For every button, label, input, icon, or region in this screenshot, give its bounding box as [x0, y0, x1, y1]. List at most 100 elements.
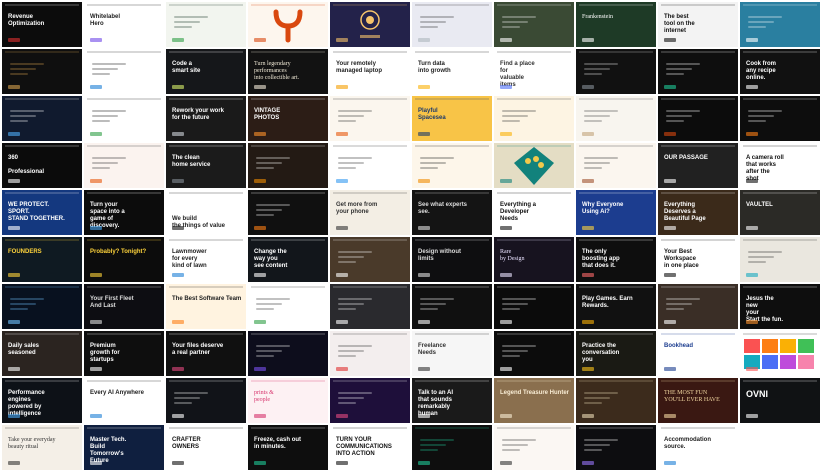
website-thumbnail[interactable]: Frankenstein [576, 2, 656, 47]
website-thumbnail[interactable] [248, 331, 328, 376]
website-thumbnail[interactable]: Premium growth for startups [84, 331, 164, 376]
website-thumbnail[interactable]: Your First Fleet And Last [84, 284, 164, 329]
website-thumbnail[interactable] [576, 378, 656, 423]
website-thumbnail[interactable]: THE MOST FUN YOU'LL EVER HAVE [658, 378, 738, 423]
website-thumbnail[interactable]: Daily sales seasoned [2, 331, 82, 376]
website-thumbnail[interactable]: Bookhead [658, 331, 738, 376]
website-thumbnail[interactable] [576, 143, 656, 188]
website-thumbnail[interactable]: Accommodation source. [658, 425, 738, 470]
website-thumbnail[interactable]: Freeze, cash out in minutes. [248, 425, 328, 470]
website-thumbnail[interactable]: Talk to an AI that sounds remarkably hum… [412, 378, 492, 423]
website-thumbnail[interactable]: The Best Software Team [166, 284, 246, 329]
website-thumbnail[interactable] [494, 143, 574, 188]
website-thumbnail[interactable]: A camera roll that works after the shot [740, 143, 820, 188]
website-thumbnail[interactable] [330, 2, 410, 47]
website-thumbnail[interactable]: Everything a Developer Needs [494, 190, 574, 235]
website-thumbnail[interactable]: Probably? Tonight? [84, 237, 164, 282]
website-thumbnail[interactable] [166, 2, 246, 47]
website-thumbnail[interactable]: Change the way you see content [248, 237, 328, 282]
website-thumbnail[interactable]: Whitelabel Hero [84, 2, 164, 47]
website-thumbnail[interactable] [412, 284, 492, 329]
website-thumbnail[interactable]: Playful Spacesea [412, 96, 492, 141]
website-thumbnail[interactable]: Turn legendary performances into collect… [248, 49, 328, 94]
website-thumbnail[interactable] [2, 49, 82, 94]
website-thumbnail[interactable]: Find a place for valuable items [494, 49, 574, 94]
website-thumbnail[interactable]: Your files deserve a real partner [166, 331, 246, 376]
website-thumbnail[interactable]: Code a smart site [166, 49, 246, 94]
website-thumbnail[interactable]: Freelance Needs [412, 331, 492, 376]
website-thumbnail[interactable] [412, 425, 492, 470]
website-thumbnail[interactable]: Turn your space into a game of discovery… [84, 190, 164, 235]
website-thumbnail[interactable]: Your Best Workspace in one place [658, 237, 738, 282]
website-thumbnail[interactable]: VINTAGE PHOTOS [248, 96, 328, 141]
website-thumbnail[interactable]: See what experts see. [412, 190, 492, 235]
website-thumbnail[interactable]: Turn data into growth [412, 49, 492, 94]
website-thumbnail[interactable] [576, 425, 656, 470]
website-thumbnail[interactable] [658, 284, 738, 329]
website-thumbnail[interactable]: Get more from your phone [330, 190, 410, 235]
website-thumbnail[interactable] [740, 237, 820, 282]
website-thumbnail[interactable]: We build the things of value [166, 190, 246, 235]
website-thumbnail[interactable]: Why Everyone Using Ai? [576, 190, 656, 235]
website-thumbnail[interactable] [576, 49, 656, 94]
website-thumbnail[interactable] [248, 284, 328, 329]
website-thumbnail[interactable]: Practice the conversation you [576, 331, 656, 376]
website-thumbnail[interactable] [248, 2, 328, 47]
website-thumbnail[interactable]: OUR PASSAGE [658, 143, 738, 188]
website-thumbnail[interactable] [248, 190, 328, 235]
website-thumbnail[interactable]: FOUNDERS [2, 237, 82, 282]
website-thumbnail[interactable] [330, 331, 410, 376]
website-thumbnail[interactable]: CRAFTER OWNERS [166, 425, 246, 470]
website-thumbnail[interactable] [84, 143, 164, 188]
website-thumbnail[interactable] [84, 49, 164, 94]
website-thumbnail[interactable]: TURN YOUR COMMUNICATIONS INTO ACTION [330, 425, 410, 470]
website-thumbnail[interactable]: Take your everyday beauty ritual [2, 425, 82, 470]
website-thumbnail[interactable] [494, 284, 574, 329]
website-thumbnail[interactable] [494, 96, 574, 141]
website-thumbnail[interactable] [2, 284, 82, 329]
website-thumbnail[interactable]: Rework your work for the future [166, 96, 246, 141]
website-thumbnail[interactable]: Design without limits [412, 237, 492, 282]
website-thumbnail[interactable]: The only boosting app that does it. [576, 237, 656, 282]
website-thumbnail[interactable] [2, 96, 82, 141]
website-thumbnail[interactable]: Play Games. Earn Rewards. [576, 284, 656, 329]
website-thumbnail[interactable] [494, 425, 574, 470]
website-thumbnail[interactable]: Rare by Design [494, 237, 574, 282]
website-thumbnail[interactable] [330, 143, 410, 188]
website-thumbnail[interactable] [576, 96, 656, 141]
website-thumbnail[interactable] [166, 378, 246, 423]
website-thumbnail[interactable]: WE PROTECT. SPORT. STAND TOGETHER. [2, 190, 82, 235]
website-thumbnail[interactable] [740, 331, 820, 376]
website-thumbnail[interactable]: Cook from any recipe online. [740, 49, 820, 94]
website-thumbnail[interactable]: Everything Deserves a Beautiful Page [658, 190, 738, 235]
website-thumbnail[interactable] [740, 2, 820, 47]
website-thumbnail[interactable]: Legend Treasure Hunter [494, 378, 574, 423]
website-thumbnail[interactable] [248, 143, 328, 188]
website-thumbnail[interactable] [494, 2, 574, 47]
website-thumbnail[interactable] [740, 425, 820, 470]
website-thumbnail[interactable] [330, 378, 410, 423]
website-thumbnail[interactable] [412, 143, 492, 188]
website-thumbnail[interactable] [330, 96, 410, 141]
website-thumbnail[interactable]: Performance engines powered by intellige… [2, 378, 82, 423]
website-thumbnail[interactable]: Revenue Optimization [2, 2, 82, 47]
website-thumbnail[interactable]: OVNI [740, 378, 820, 423]
website-thumbnail[interactable]: prints & people [248, 378, 328, 423]
website-thumbnail[interactable]: VAULTEL [740, 190, 820, 235]
website-thumbnail[interactable] [658, 96, 738, 141]
website-thumbnail[interactable]: Every AI Anywhere [84, 378, 164, 423]
website-thumbnail[interactable] [330, 284, 410, 329]
website-thumbnail[interactable]: Your remotely managed laptop [330, 49, 410, 94]
website-thumbnail[interactable]: The best tool on the internet [658, 2, 738, 47]
website-thumbnail[interactable] [658, 49, 738, 94]
website-thumbnail[interactable] [494, 331, 574, 376]
website-thumbnail[interactable]: Master Tech. Build Tomorrow's Future [84, 425, 164, 470]
website-thumbnail[interactable] [412, 2, 492, 47]
website-thumbnail[interactable] [84, 96, 164, 141]
website-thumbnail[interactable] [740, 96, 820, 141]
website-thumbnail[interactable]: 360 Professional [2, 143, 82, 188]
website-thumbnail[interactable]: Lawnmower for every kind of lawn [166, 237, 246, 282]
website-thumbnail[interactable]: The clean home service [166, 143, 246, 188]
website-thumbnail[interactable] [330, 237, 410, 282]
website-thumbnail[interactable]: Jesus the new your Start the fun. [740, 284, 820, 329]
